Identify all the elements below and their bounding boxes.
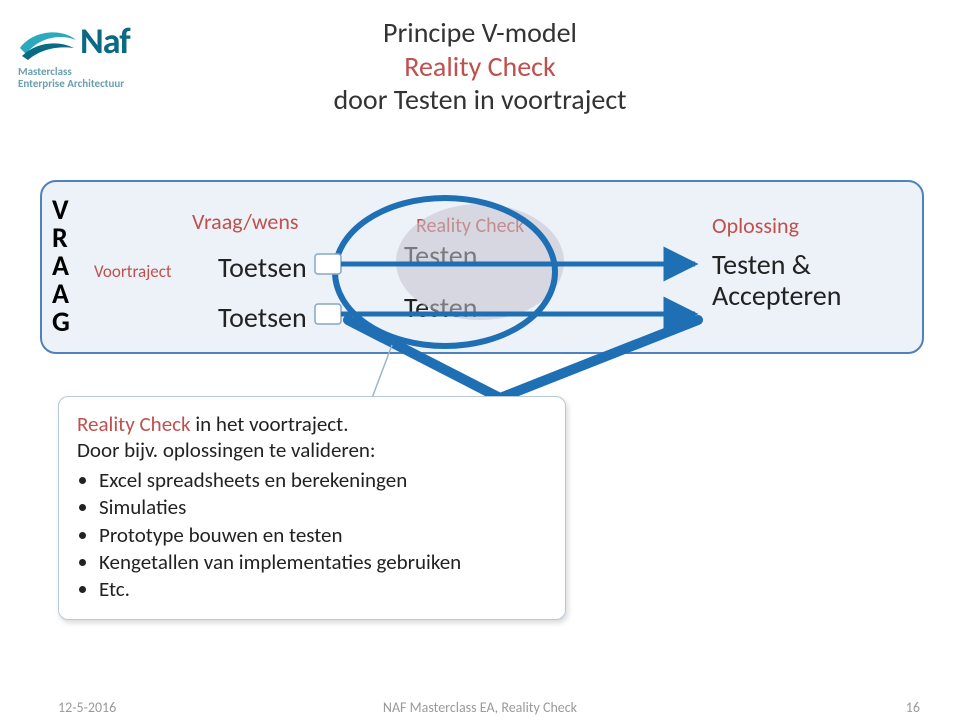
note-bullet: Etc. bbox=[99, 576, 547, 603]
note-bullet: Excel spreadsheets en berekeningen bbox=[99, 467, 547, 494]
note-bullet: Simulaties bbox=[99, 494, 547, 521]
testen-accepteren-label: Testen & Accepteren bbox=[712, 250, 841, 312]
slide: Naf Masterclass Enterprise Architectuur … bbox=[0, 0, 960, 721]
note-line2: Door bijv. oplossingen te valideren: bbox=[77, 437, 547, 463]
testen-accept-line2: Accepteren bbox=[712, 281, 841, 312]
testen-label-1: Testen bbox=[404, 238, 477, 273]
testen-accept-line1: Testen & bbox=[712, 250, 841, 281]
vraag-vertical: V R A A G bbox=[52, 196, 70, 336]
voortraject-label: Voortraject bbox=[94, 261, 172, 282]
testen-label-2: Testen bbox=[404, 290, 477, 325]
oplossing-label: Oplossing bbox=[712, 212, 799, 239]
title-line2: Reality Check bbox=[0, 50, 960, 84]
toetsen-label-2: Toetsen bbox=[218, 300, 307, 335]
footer-center: NAF Masterclass EA, Reality Check bbox=[0, 699, 960, 716]
toetsen-label-1: Toetsen bbox=[218, 250, 307, 285]
title-line3: door Testen in voortraject bbox=[0, 83, 960, 117]
vmodel-box: V R A A G Voortraject Vraag/wens Toetsen… bbox=[40, 180, 924, 354]
vraag-letter: G bbox=[52, 308, 70, 336]
note-bullets: Excel spreadsheets en berekeningen Simul… bbox=[77, 467, 547, 603]
note-bullet: Prototype bouwen en testen bbox=[99, 522, 547, 549]
title-line1: Principe V-model bbox=[0, 16, 960, 50]
note-rc-label: Reality Check bbox=[77, 411, 191, 437]
footer-page: 16 bbox=[906, 699, 920, 716]
note-bullet: Kengetallen van implementaties gebruiken bbox=[99, 549, 547, 576]
note-line1: Reality Check in het voortraject. bbox=[77, 411, 547, 437]
vraag-wens-label: Vraag/wens bbox=[192, 208, 299, 235]
reality-check-label: Reality Check bbox=[416, 214, 524, 238]
note-box: Reality Check in het voortraject. Door b… bbox=[58, 396, 566, 620]
slide-title: Principe V-model Reality Check door Test… bbox=[0, 16, 960, 117]
note-rc-suffix: in het voortraject. bbox=[191, 411, 349, 437]
